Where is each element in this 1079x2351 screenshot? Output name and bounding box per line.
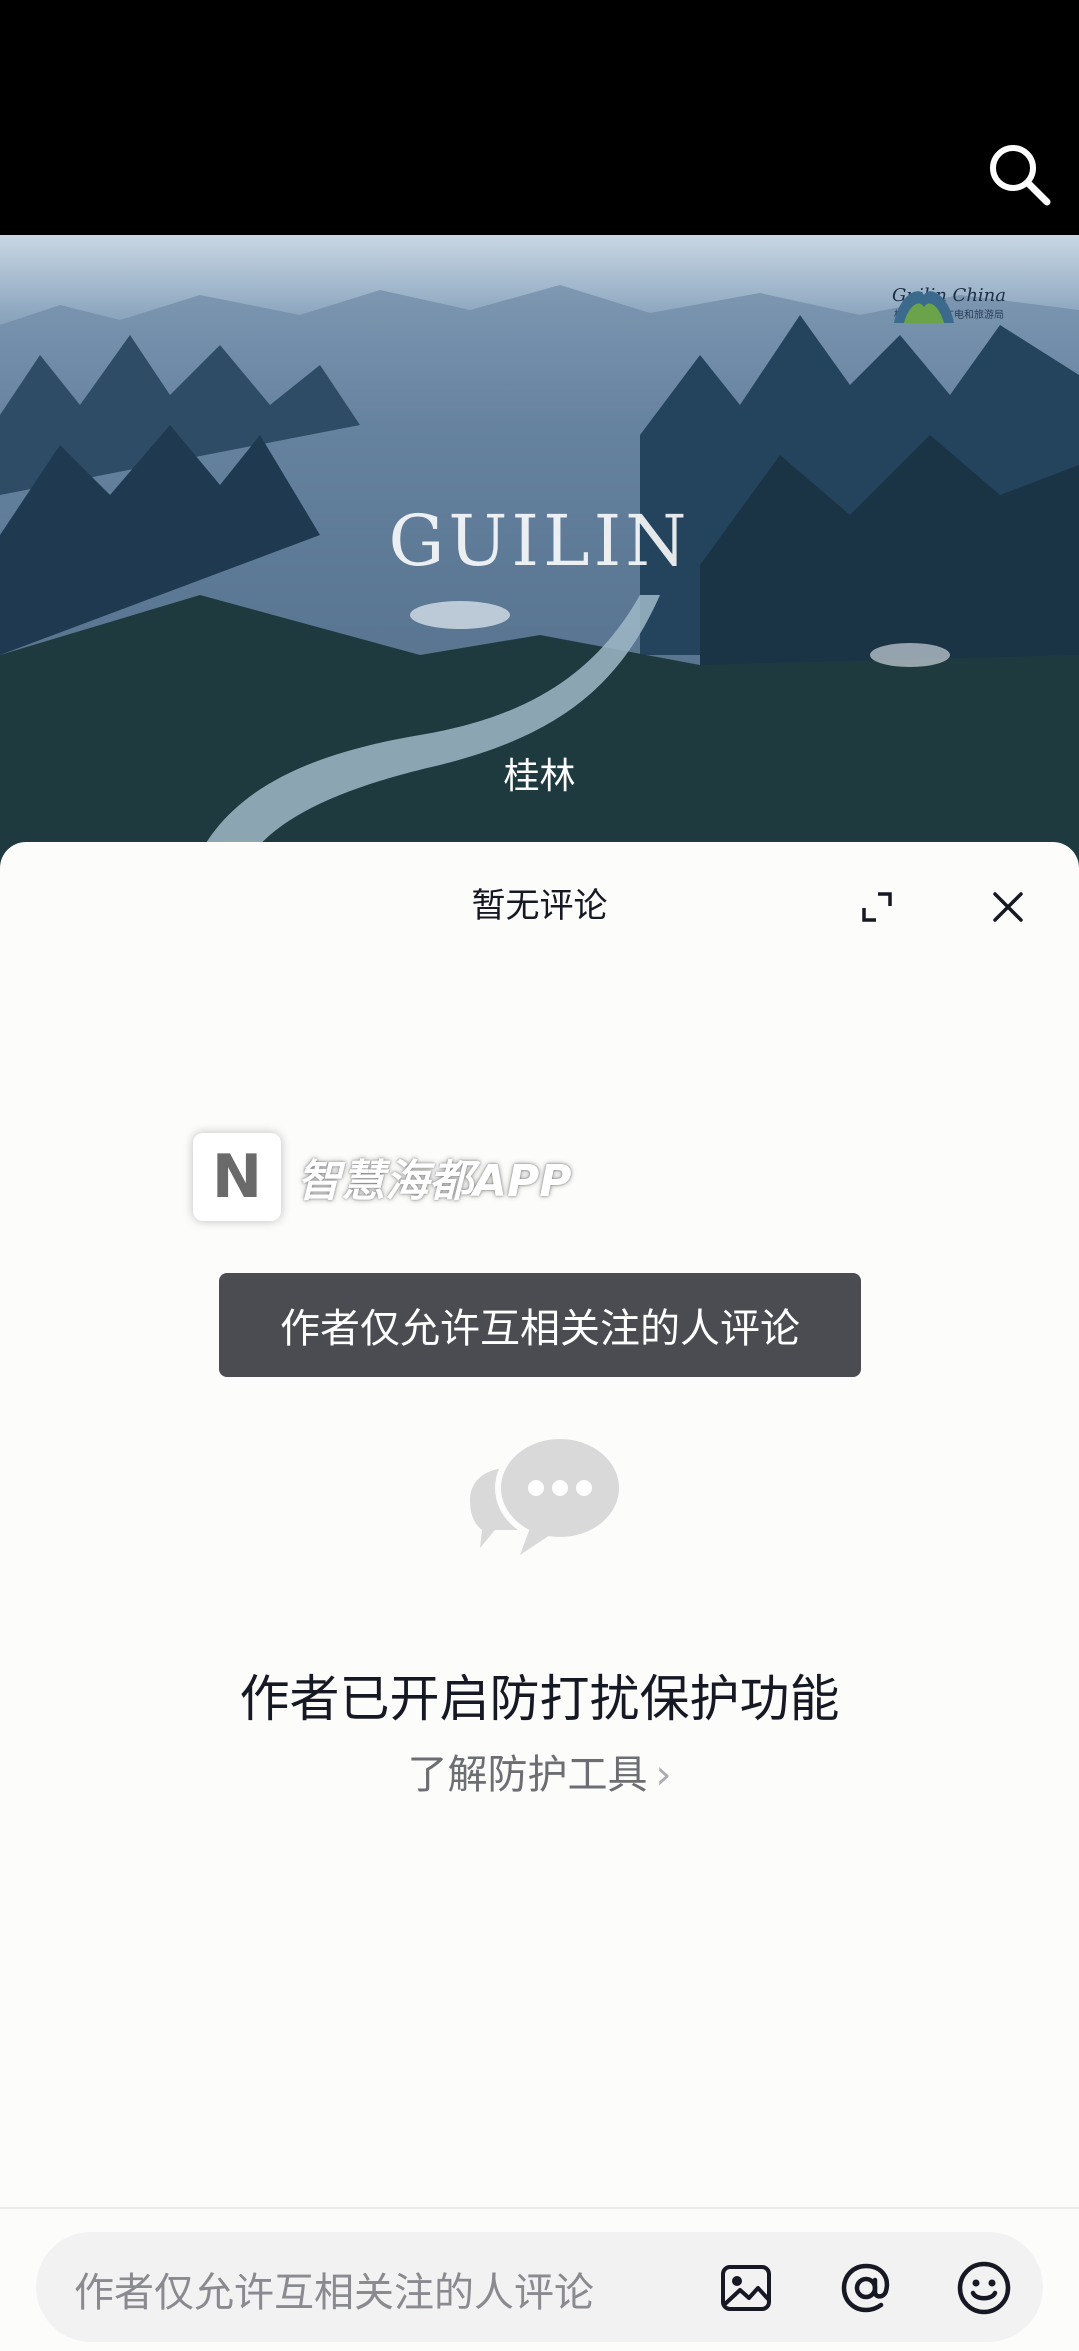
app-watermark: N 智慧海都APP bbox=[193, 1132, 572, 1222]
learn-link-label: 了解防护工具 bbox=[407, 1752, 648, 1798]
top-bar bbox=[0, 0, 1079, 235]
hero-title: GUILIN bbox=[388, 500, 691, 582]
hero-subtitle: 桂林 bbox=[503, 756, 576, 797]
protection-title: 作者已开启防打扰保护功能 bbox=[239, 1670, 840, 1728]
emoji-icon[interactable] bbox=[954, 2258, 1014, 2318]
chevron-right-icon: › bbox=[655, 1752, 672, 1798]
permission-toast: 作者仅允许互相关注的人评论 bbox=[219, 1273, 861, 1377]
input-placeholder: 作者仅允许互相关注的人评论 bbox=[74, 2270, 594, 2316]
search-icon[interactable] bbox=[983, 138, 1053, 208]
video-hero[interactable]: Guilin China 桂林市文化广电和旅游局 GUILIN 桂林 bbox=[0, 235, 1079, 875]
sheet-title: 暂无评论 bbox=[471, 886, 608, 926]
logo-icon bbox=[894, 291, 954, 323]
image-icon[interactable] bbox=[716, 2258, 776, 2318]
close-icon[interactable] bbox=[989, 888, 1027, 926]
comment-sheet: 暂无评论 N 智慧海都APP 作者仅允许互相关注的人评论 作者已开启防打扰保护功… bbox=[0, 842, 1079, 2351]
learn-protection-link[interactable]: 了解防护工具 › bbox=[0, 1742, 1079, 1800]
watermark-text: 智慧海都APP bbox=[297, 1156, 572, 1207]
comment-input[interactable]: 作者仅允许互相关注的人评论 bbox=[36, 2232, 1043, 2342]
at-icon[interactable] bbox=[836, 2258, 896, 2318]
expand-icon[interactable] bbox=[858, 888, 896, 926]
guilin-logo: Guilin China 桂林市文化广电和旅游局 bbox=[889, 285, 1009, 370]
input-divider bbox=[0, 2207, 1079, 2209]
watermark-badge: N bbox=[193, 1133, 281, 1221]
comment-bubbles-icon bbox=[470, 1433, 625, 1555]
